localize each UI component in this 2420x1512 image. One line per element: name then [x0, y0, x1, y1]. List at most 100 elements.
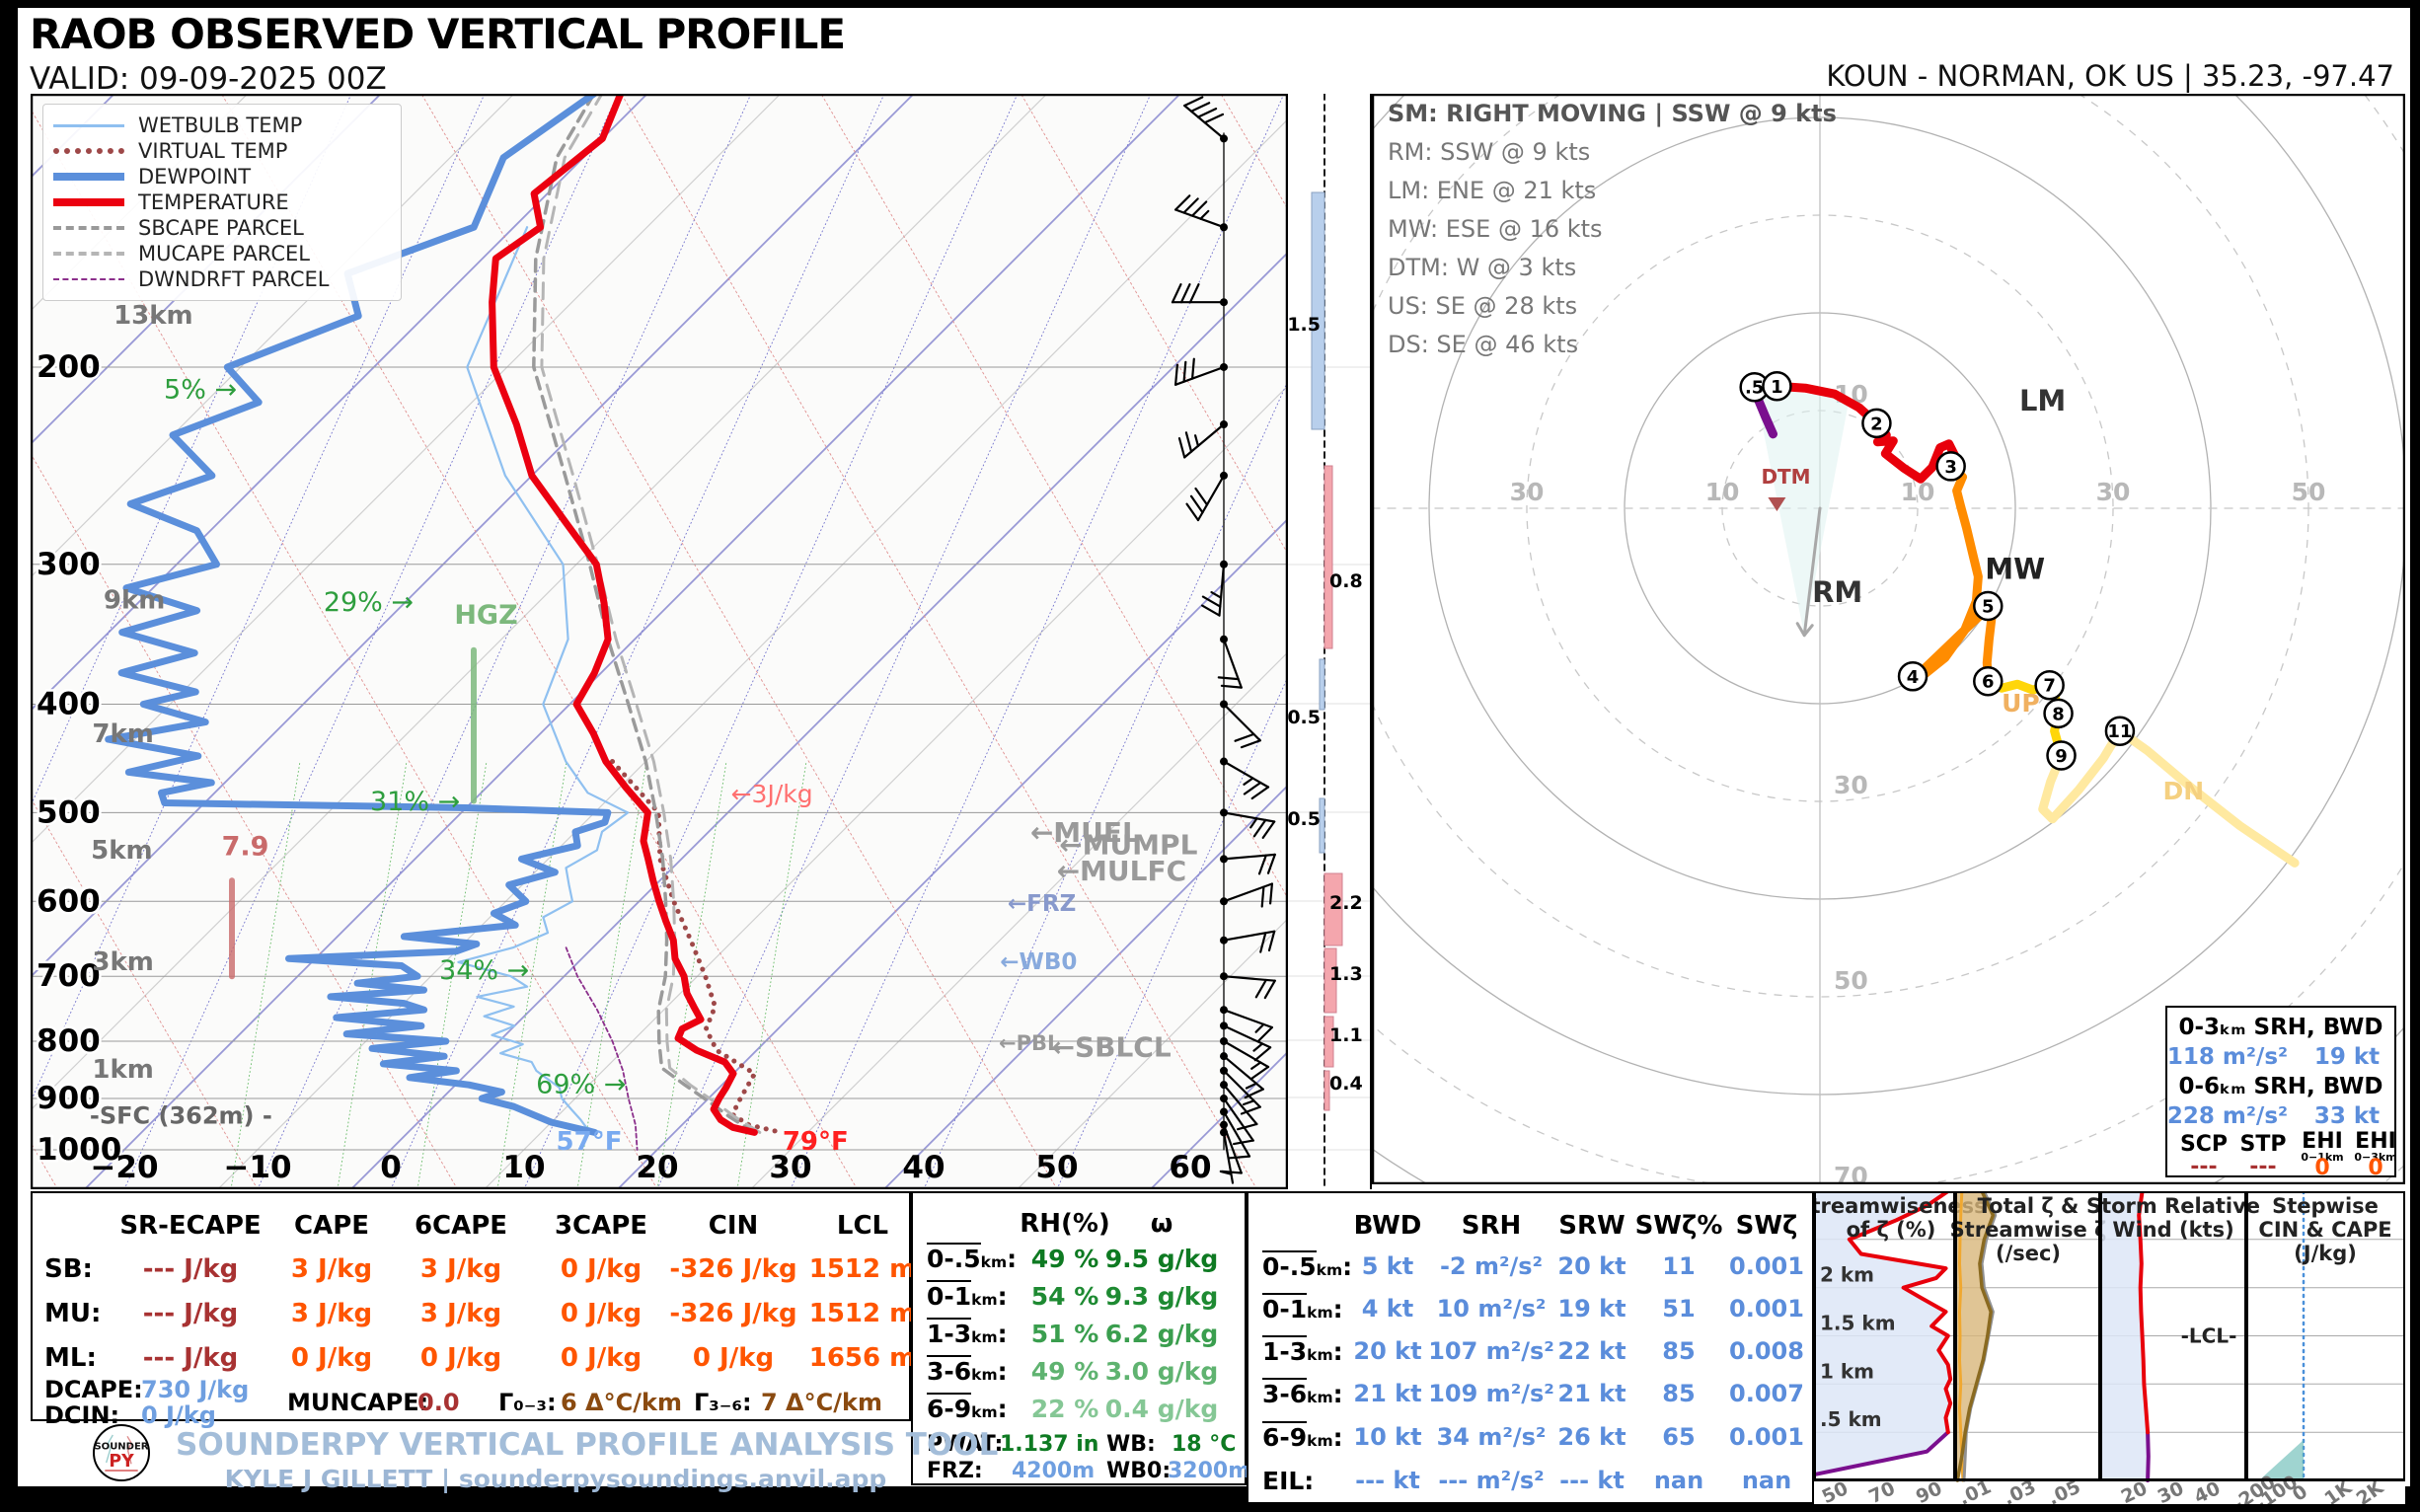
lapse-3-6-value: 7 Δ°C/km	[761, 1389, 882, 1416]
station-label: KOUN - NORMAN, OK US | 35.23, -97.47	[1826, 59, 2394, 93]
lapse-0-3-value: 6 Δ°C/km	[561, 1389, 682, 1416]
shear-value: nan	[1742, 1467, 1791, 1494]
height-marker-label: 1	[1771, 377, 1783, 398]
wb-label: WB:	[1106, 1432, 1156, 1457]
thermo-row-label: ML:	[44, 1343, 97, 1373]
shear-value: -2 m²/s²	[1440, 1252, 1543, 1280]
panel-title: Storm Relative	[2086, 1194, 2260, 1218]
shear-value: 65	[1662, 1423, 1695, 1451]
skewt-annotation: 5% →	[164, 375, 237, 406]
hodograph-chart: 301010305010305070DTMLMMWRMUPDN.51234567…	[1372, 94, 2405, 1184]
legend-row: VIRTUAL TEMP	[53, 138, 391, 164]
shear-header: SRW	[1558, 1211, 1625, 1241]
wetbulb-line-icon	[53, 124, 124, 127]
hodo-motion-label: LM	[2019, 384, 2066, 417]
shear-value: 26 kt	[1557, 1423, 1626, 1451]
ehi1-value: 0	[2314, 1156, 2329, 1180]
shear-value: 10 m²/s²	[1437, 1295, 1547, 1323]
shear-value: 22 kt	[1557, 1337, 1626, 1365]
thermo-value: -326 J/kg	[669, 1299, 796, 1328]
stp-value: ---	[2249, 1155, 2276, 1179]
omega-header: ω	[1151, 1209, 1173, 1239]
skewt-annotation: HGZ	[454, 600, 517, 631]
mini-panels: 2 km1.5 km1 km.5 km507090Streamwisenesso…	[1814, 1191, 2405, 1504]
dwndrft-line-icon	[53, 278, 124, 280]
ring-label: 30	[2096, 478, 2131, 506]
sbcape-line-icon	[53, 226, 124, 230]
thermo-value: --- J/kg	[143, 1299, 239, 1328]
shear-value: --- m²/s²	[1438, 1467, 1544, 1494]
footer-line1: SOUNDERPY VERTICAL PROFILE ANALYSIS TOOL	[176, 1427, 936, 1463]
footer-line2: KYLE J GILLETT | sounderpysoundings.anvi…	[176, 1465, 936, 1493]
shear-value: nan	[1654, 1467, 1703, 1494]
shear-value: 0.008	[1729, 1337, 1804, 1365]
wb0-value: 3200m	[1168, 1459, 1250, 1483]
srh-0-6-value: 228 m²/s²	[2167, 1103, 2288, 1129]
shear-value: 21 kt	[1557, 1380, 1626, 1407]
height-marker-label: 8	[2052, 704, 2065, 724]
rh-value: 54 %	[1031, 1282, 1099, 1311]
shear-value: 0.007	[1729, 1380, 1804, 1407]
shear-value: 11	[1662, 1252, 1695, 1280]
thermo-value: 3 J/kg	[420, 1299, 501, 1328]
legend-row: DEWPOINT	[53, 164, 391, 189]
sounderpy-logo: SOUNDER PY	[77, 1423, 166, 1482]
sm-line: SM: RIGHT MOVING | SSW @ 9 kts	[1388, 100, 1837, 127]
thermo-value: 3 J/kg	[291, 1299, 372, 1328]
height-marker-label: 4	[1907, 667, 1920, 688]
moisture-row-label: 6-9km:	[927, 1395, 1008, 1423]
scp-header: SCP	[2180, 1132, 2228, 1157]
shear-value: --- kt	[1355, 1467, 1420, 1494]
shear-value: 107 m²/s²	[1428, 1337, 1554, 1365]
pressure-tick-label: 200	[37, 349, 101, 385]
legend-label: DWNDRFT PARCEL	[138, 267, 329, 291]
legend-row: TEMPERATURE	[53, 189, 391, 215]
shear-value: --- kt	[1559, 1467, 1625, 1494]
shear-value: 19 kt	[1557, 1295, 1626, 1323]
panel-title: (/sec)	[1996, 1242, 2061, 1265]
hodo-motion-label: MW	[1985, 552, 2045, 585]
adv-bar-label: -0.5	[1288, 808, 1321, 830]
shear-header: SWζ%	[1635, 1211, 1723, 1241]
legend-label: TEMPERATURE	[138, 190, 289, 214]
shear-value: 0.001	[1729, 1295, 1804, 1323]
lapse-0-3-label: Γ₀₋₃:	[498, 1389, 557, 1416]
mixing-ratio-value: 3.0 g/kg	[1105, 1357, 1219, 1386]
height-marker-label: 6	[1982, 672, 1995, 693]
adv-bar	[1312, 192, 1324, 429]
thermo-value: 1512 m	[809, 1254, 917, 1284]
height-marker-label: 7	[2043, 676, 2056, 697]
temp-tick-label: 10	[502, 1150, 545, 1185]
panel-title: (J/kg)	[2294, 1242, 2357, 1265]
lapse-3-6-label: Γ₃₋₆:	[694, 1389, 752, 1416]
shear-table: BWDSRHSRWSWζ%SWζ0-.5km:5 kt-2 m²/s²20 kt…	[1247, 1191, 1814, 1504]
adv-bar-label: 2.2	[1329, 892, 1363, 914]
rh-value: 22 %	[1031, 1395, 1099, 1423]
moisture-row-label: 3-6km:	[927, 1357, 1008, 1386]
height-marker-label: 9	[2055, 746, 2068, 767]
mixing-ratio-value: 6.2 g/kg	[1105, 1320, 1219, 1348]
km-label: .5 km	[1820, 1407, 1882, 1431]
ehi3-value: 0	[2368, 1156, 2382, 1180]
shear-value: 51	[1662, 1295, 1695, 1323]
skewt-legend: WETBULB TEMP VIRTUAL TEMP DEWPOINT TEMPE…	[42, 104, 402, 301]
logo-icon: SOUNDER PY	[77, 1423, 166, 1482]
shear-row-label: EIL:	[1262, 1467, 1314, 1495]
adv-bar-label: -1.5	[1288, 314, 1321, 336]
wb-value: 18 °C	[1172, 1432, 1236, 1457]
mixing-ratio-value: 9.3 g/kg	[1105, 1282, 1219, 1311]
rh-value: 49 %	[1031, 1245, 1099, 1273]
height-marker-label: 11	[2107, 721, 2132, 742]
shear-value: 0.001	[1729, 1252, 1804, 1280]
svg-text:SOUNDER: SOUNDER	[94, 1442, 148, 1453]
pwat-value: 1.137 in	[1000, 1432, 1098, 1457]
height-label: 5km	[91, 836, 152, 866]
srh-0-3-header: 0-3ₖₘ SRH, BWD	[2178, 1015, 2382, 1040]
skewt-annotation: ←3J/kg	[731, 780, 813, 808]
page-title: RAOB OBSERVED VERTICAL PROFILE	[30, 10, 845, 58]
panel-title: Wind (kts)	[2112, 1218, 2233, 1242]
height-label: 1km	[92, 1055, 153, 1085]
temp-tick-label: −20	[90, 1150, 158, 1185]
wb0-label: WB0:	[1106, 1459, 1171, 1483]
pressure-tick-label: 700	[37, 958, 101, 994]
